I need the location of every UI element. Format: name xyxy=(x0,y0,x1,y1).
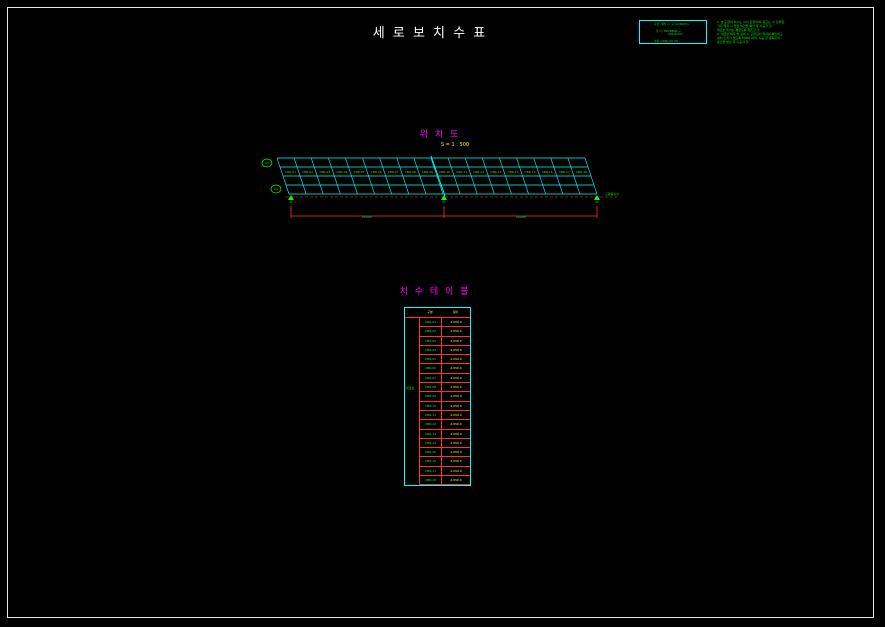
row-value: 2,050.0 xyxy=(450,366,462,371)
centerline-label: 교량중심선 xyxy=(605,191,619,196)
row-id: CBR-05 xyxy=(419,355,443,364)
title-block-line: 설계 : 2010. 00. 00 xyxy=(654,40,678,43)
table-row: CBR-16 2,050.0 xyxy=(419,457,470,467)
title-block-line: 교량 : 제천 ○○교 (L=40.0m) xyxy=(654,23,689,26)
table-row: CBR-01 2,050.0 xyxy=(419,318,470,328)
table-row: CBR-02 2,050.0 xyxy=(419,327,470,337)
bay-label: CBR-03 xyxy=(319,170,330,174)
table-title: 치 수 테 이 블 xyxy=(399,287,471,297)
table-row: CBR-04 2,050.0 xyxy=(419,345,470,356)
row-value: 2,050.0 xyxy=(450,403,462,408)
row-id: CBR-07 xyxy=(419,373,443,383)
table-row: CBR-11 2,050.0 xyxy=(419,410,470,421)
bay-label: CBR-10 xyxy=(439,170,450,174)
row-id: CBR-08 xyxy=(419,383,443,392)
row-id: CBR-11 xyxy=(419,410,443,420)
plan-title: 위 치 도 xyxy=(419,130,461,140)
row-id: CBR-01 xyxy=(419,318,443,327)
support-label: A1 xyxy=(289,200,293,204)
support-marker xyxy=(441,195,447,200)
bay-label: CBR-15 xyxy=(525,170,536,174)
bay-label: CBR-12 xyxy=(473,170,484,174)
bay-label: CBR-11 xyxy=(456,170,467,174)
row-value: 2,050.0 xyxy=(450,459,462,464)
row-value: 2,050.0 xyxy=(450,431,462,436)
table-row: CBR-03 2,050.0 xyxy=(419,336,470,346)
bay-label: CBR-01 xyxy=(285,170,296,174)
row-value: 2,050.0 xyxy=(450,385,462,390)
table-row: CBR-15 2,050.0 xyxy=(419,448,470,458)
header-type: 구분 xyxy=(427,310,433,314)
table-row: CBR-14 2,050.0 xyxy=(419,438,470,449)
row-value: 2,050.0 xyxy=(450,357,462,362)
row-value: 2,050.0 xyxy=(450,375,462,380)
row-id: CBR-16 xyxy=(419,457,443,466)
bay-label: CBR-16 xyxy=(542,170,553,174)
table-header: 구분 길이 xyxy=(405,308,470,318)
row-id: CBR-15 xyxy=(419,448,443,457)
support-marker xyxy=(594,195,600,200)
table-row: CBR-06 2,050.0 xyxy=(419,364,470,374)
title-block-line: (2@20.0m) xyxy=(668,33,683,36)
table-row: CBR-12 2,050.0 xyxy=(419,420,470,430)
bay-label: CBR-17 xyxy=(559,170,570,174)
row-id: CBR-03 xyxy=(419,336,443,345)
bay-label: CBR-08 xyxy=(405,170,416,174)
row-id: CBR-13 xyxy=(419,429,443,438)
row-value: 2,050.0 xyxy=(450,450,462,455)
row-id: CBR-02 xyxy=(419,327,443,336)
row-value: 2,050.0 xyxy=(450,347,462,352)
table-row: CBR-10 2,050.0 xyxy=(419,401,470,411)
plan-scale: S = 1 : 500 xyxy=(440,142,470,148)
table-row: CBR-09 2,050.0 xyxy=(419,392,470,402)
table-row: CBR-18 2,050.0 xyxy=(419,476,470,486)
support-marker xyxy=(288,195,294,200)
row-value: 2,050.0 xyxy=(450,320,462,324)
span-label: 20,000 xyxy=(362,215,373,219)
bay-label: CBR-14 xyxy=(507,170,518,174)
row-value: 2,050.0 xyxy=(450,338,462,343)
bay-label: CBR-05 xyxy=(353,170,364,174)
row-id: CBR-12 xyxy=(419,420,443,429)
row-value: 2,050.0 xyxy=(450,329,462,334)
note-line: 승인을 받은 후 시공할 것. xyxy=(717,40,750,44)
bay-label: CBR-09 xyxy=(422,170,433,174)
bay-label: CBR-18 xyxy=(576,170,587,174)
row-id: CBR-09 xyxy=(419,392,443,401)
bay-label: CBR-07 xyxy=(388,170,399,174)
row-value: 2,050.0 xyxy=(450,440,462,445)
bay-label: CBR-02 xyxy=(302,170,313,174)
row-id: CBR-18 xyxy=(419,476,443,485)
support-label: A2 xyxy=(595,200,599,204)
bay-label: CBR-06 xyxy=(371,170,382,174)
span-label: 20,000 xyxy=(516,215,527,219)
row-id: CBR-10 xyxy=(419,401,443,410)
table-row: CBR-17 2,050.0 xyxy=(419,466,470,477)
table-group-label: 세로보 xyxy=(406,386,415,390)
header-length: 길이 xyxy=(452,310,459,314)
row-id: CBR-14 xyxy=(419,438,443,448)
plan-view: CBR-01 CBR-02 CBR-03 CBR-04 CBR-05 CBR-06 CBR-… xyxy=(261,155,619,219)
support-label: P1 xyxy=(442,200,446,204)
row-value: 2,050.0 xyxy=(450,394,462,399)
table-row: CBR-05 2,050.0 xyxy=(419,355,470,365)
row-id: CBR-06 xyxy=(419,364,443,373)
row-value: 2,050.0 xyxy=(450,468,462,473)
axis-label: A2 xyxy=(274,187,278,191)
table-row: CBR-07 2,050.0 xyxy=(419,373,470,384)
table-row: CBR-08 2,050.0 xyxy=(419,383,470,393)
title-block: 교량 : 제천 ○○교 (L=40.0m) 형 식 : PSC-BEAM 교 (… xyxy=(639,20,707,44)
bay-label: CBR-13 xyxy=(490,170,501,174)
row-id: CBR-04 xyxy=(419,345,443,355)
table-row: CBR-13 2,050.0 xyxy=(419,429,470,439)
axis-label: A1 xyxy=(265,161,269,165)
row-value: 2,050.0 xyxy=(450,478,462,483)
dimension-table: 구분 길이 CBR-01 2,050.0 CBR-02 2,050.0 CBR-03 2,… xyxy=(404,307,471,487)
row-value: 2,050.0 xyxy=(450,412,462,417)
row-id: CBR-17 xyxy=(419,466,443,476)
row-value: 2,050.0 xyxy=(450,422,462,427)
drawing-title: 세 로 보 치 수 표 xyxy=(372,26,488,41)
bay-label: CBR-04 xyxy=(336,170,347,174)
